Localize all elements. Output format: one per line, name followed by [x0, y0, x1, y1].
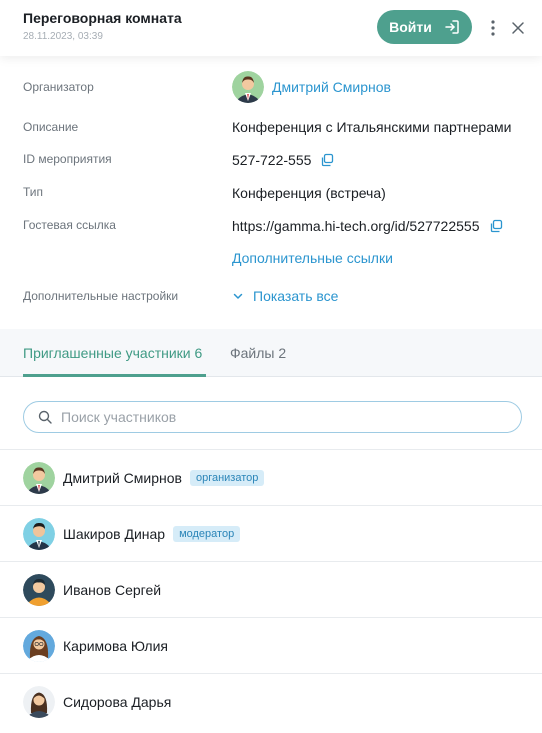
avatar-man-orange-icon [23, 574, 55, 606]
organizer-value[interactable]: Дмитрий Смирнов [232, 71, 391, 103]
participant-search[interactable] [23, 401, 522, 433]
copy-icon[interactable] [489, 219, 503, 233]
type-value: Конференция (встреча) [232, 185, 386, 201]
event-id-value: 527-722-555 [232, 152, 334, 168]
active-tab-indicator [23, 374, 206, 377]
join-button[interactable]: Войти [377, 10, 472, 44]
participant-name-text: Каримова Юлия [63, 638, 168, 654]
participant-row[interactable]: Иванов Сергей [0, 562, 542, 617]
role-badge: модератор [173, 526, 241, 542]
participant-row[interactable]: Дмитрий Смирнов организатор [0, 450, 542, 505]
more-vertical-icon[interactable] [486, 18, 500, 38]
avatar-man-tie-icon [23, 518, 55, 550]
avatar-woman-glasses-icon [23, 630, 55, 662]
guest-link-text[interactable]: https://gamma.hi-tech.org/id/527722555 [232, 218, 480, 234]
tab-files[interactable]: Файлы 2 [230, 345, 286, 361]
participant-row[interactable]: Сидорова Дарья [0, 674, 542, 729]
avatar-man-suit-icon [23, 462, 55, 494]
extra-settings-label: Дополнительные настройки [23, 289, 179, 303]
description-value: Конференция с Итальянскими партнерами [232, 119, 512, 135]
participant-name: Каримова Юлия [63, 638, 168, 654]
event-id-label: ID мероприятия [23, 152, 112, 166]
role-badge: организатор [189, 470, 265, 486]
login-icon [445, 20, 459, 34]
more-links-label[interactable]: Дополнительные ссылки [232, 250, 393, 266]
guest-link-value: https://gamma.hi-tech.org/id/527722555 [232, 218, 503, 234]
avatar-man-suit-icon [232, 71, 264, 103]
join-button-label: Войти [389, 19, 432, 35]
show-all-toggle[interactable]: Показать все [232, 288, 338, 304]
description-label: Описание [23, 120, 79, 134]
close-icon[interactable] [511, 21, 525, 35]
show-all-label[interactable]: Показать все [253, 288, 338, 304]
participant-name: Иванов Сергей [63, 582, 161, 598]
type-label: Тип [23, 185, 44, 199]
participant-name-text: Иванов Сергей [63, 582, 162, 598]
participant-row[interactable]: Каримова Юлия [0, 618, 542, 673]
tab-participants[interactable]: Приглашенные участники 6 [23, 345, 202, 361]
page-subtitle-date: 28.11.2023, 03:39 [23, 31, 103, 42]
organizer-label: Организатор [23, 80, 94, 94]
participant-name: Дмитрий Смирнов организатор [63, 470, 265, 486]
chevron-down-icon [233, 293, 243, 299]
header: Переговорная комната 28.11.2023, 03:39 В… [0, 0, 542, 56]
tabs: Приглашенные участники 6 Файлы 2 [0, 329, 542, 377]
participant-name-text: Шакиров Динар [63, 526, 166, 542]
participant-row[interactable]: Шакиров Динар модератор [0, 506, 542, 561]
participant-name: Сидорова Дарья [63, 694, 171, 710]
event-id-text: 527-722-555 [232, 152, 312, 168]
participant-name-text: Дмитрий Смирнов [63, 470, 182, 486]
participant-name-text: Сидорова Дарья [63, 694, 172, 710]
more-links[interactable]: Дополнительные ссылки [232, 250, 393, 266]
participant-name: Шакиров Динар модератор [63, 526, 241, 542]
search-icon [38, 410, 52, 424]
guest-link-label: Гостевая ссылка [23, 218, 116, 232]
page-title: Переговорная комната [23, 10, 182, 26]
search-input[interactable] [61, 409, 501, 425]
copy-icon[interactable] [320, 153, 334, 167]
organizer-name[interactable]: Дмитрий Смирнов [272, 79, 391, 95]
avatar-woman-icon [23, 686, 55, 718]
